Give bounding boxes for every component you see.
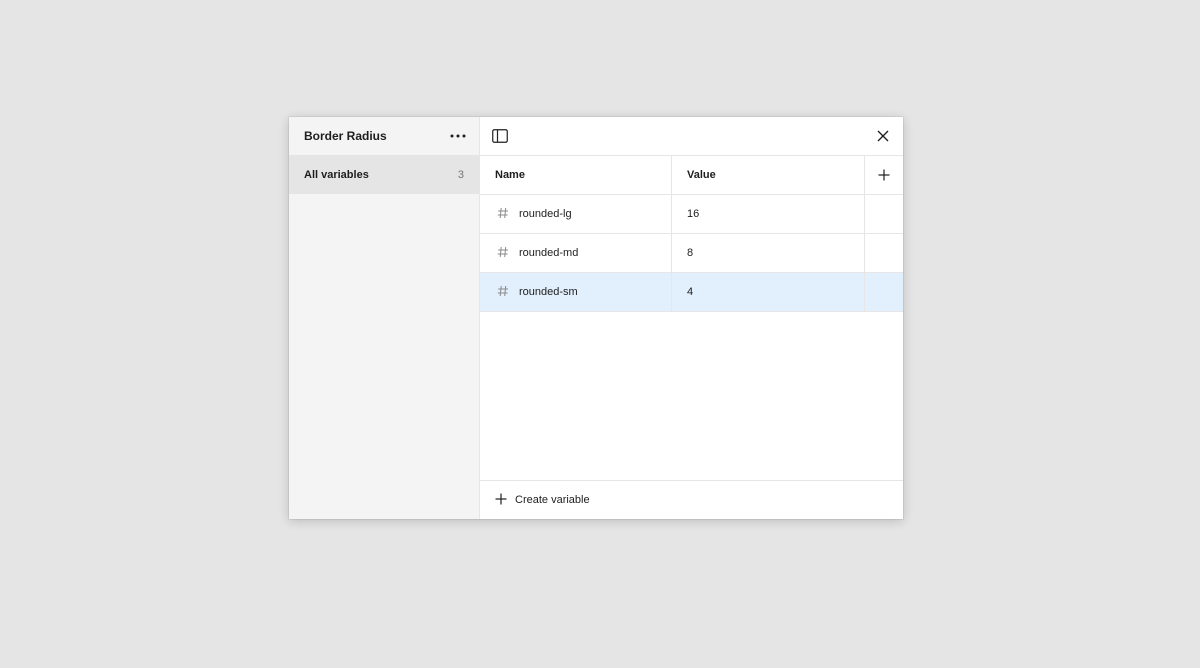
close-icon: [877, 130, 889, 142]
sidebar-item-count: 3: [457, 168, 464, 181]
variable-name: rounded-lg: [519, 208, 572, 220]
add-column-button[interactable]: [865, 156, 903, 194]
variable-value-cell[interactable]: 16: [672, 195, 865, 233]
create-variable-label: Create variable: [515, 494, 590, 506]
sidebar-header: Border Radius: [289, 117, 479, 155]
variable-value-cell[interactable]: 8: [672, 234, 865, 272]
number-hash-icon: [497, 285, 511, 299]
variables-table: Name Value rounded-lg 16 rounded-md 8 ro…: [480, 156, 903, 312]
row-extra-cell: [865, 234, 903, 272]
number-hash-icon: [497, 246, 511, 260]
row-extra-cell: [865, 273, 903, 311]
plus-icon: [495, 493, 509, 507]
close-button[interactable]: [873, 126, 893, 146]
more-options-button[interactable]: [447, 125, 469, 147]
variable-name: rounded-md: [519, 247, 579, 259]
variable-name: rounded-sm: [519, 286, 578, 298]
variable-name-cell[interactable]: rounded-md: [480, 234, 672, 272]
more-horizontal-icon: [450, 134, 466, 138]
table-header-row: Name Value: [480, 156, 903, 195]
toolbar: [480, 117, 903, 156]
variables-main: Name Value rounded-lg 16 rounded-md 8 ro…: [480, 117, 903, 519]
column-header-value: Value: [672, 156, 865, 194]
variable-name-cell[interactable]: rounded-sm: [480, 273, 672, 311]
sidebar-item-all-variables[interactable]: All variables 3: [289, 155, 479, 194]
number-hash-icon: [497, 207, 511, 221]
table-row-selected[interactable]: rounded-sm 4: [480, 273, 903, 312]
variable-value-cell[interactable]: 4: [672, 273, 865, 311]
table-row[interactable]: rounded-lg 16: [480, 195, 903, 234]
sidebar-panel-icon: [492, 129, 508, 143]
sidebar-item-label: All variables: [304, 168, 369, 181]
collection-title: Border Radius: [304, 129, 387, 143]
create-variable-button[interactable]: Create variable: [480, 480, 903, 519]
plus-icon: [878, 169, 890, 181]
column-header-name: Name: [480, 156, 672, 194]
row-extra-cell: [865, 195, 903, 233]
table-row[interactable]: rounded-md 8: [480, 234, 903, 273]
variable-name-cell[interactable]: rounded-lg: [480, 195, 672, 233]
toggle-sidebar-button[interactable]: [490, 126, 510, 146]
collections-sidebar: Border Radius All variables 3: [289, 117, 480, 519]
variables-modal: Border Radius All variables 3 Name Value…: [289, 117, 903, 519]
